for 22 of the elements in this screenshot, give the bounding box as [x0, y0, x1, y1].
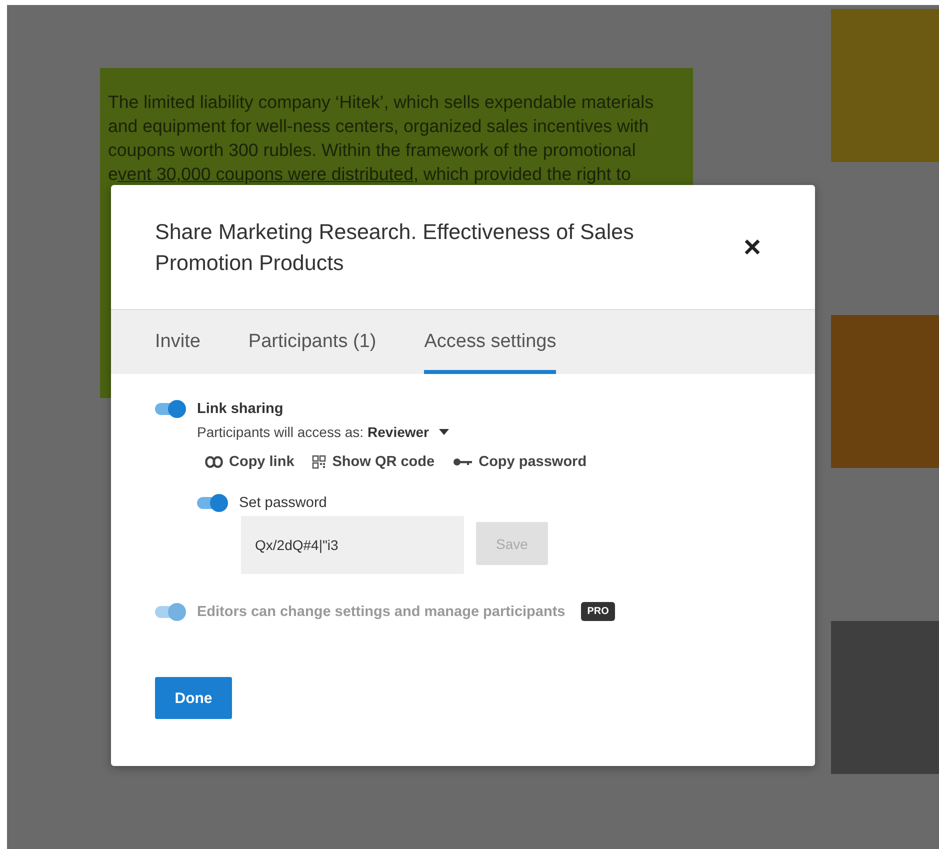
toggle-label: Editors can change settings and manage participants: [197, 604, 566, 620]
tab[interactable]: Participants (1): [248, 310, 376, 374]
toggle-label: Set password: [239, 495, 327, 511]
tab[interactable]: Invite: [155, 310, 200, 374]
note-text: The limited liability company ‘Hitek’, which sells expendable materials and equipment for well-ness centers, organized sales incentives with coupons worth 300 rubles. Within the framework of the promotional event 30,000 coupons were distributed, which provided the right to: [107, 91, 655, 186]
dialog-title: Share Marketing Research. Effectiveness of Sales Promotion Products: [155, 219, 635, 277]
toggle-label: Link sharing: [197, 401, 284, 417]
action-link[interactable]: Show QR code: [332, 454, 435, 470]
role-dropdown[interactable]: Reviewer: [368, 424, 429, 440]
link-icon[interactable]: [205, 456, 223, 468]
tab[interactable]: Access settings: [424, 310, 556, 374]
action-link[interactable]: Copy link: [229, 454, 294, 470]
done-button[interactable]: Done: [155, 677, 232, 719]
toggle-switch[interactable]: [155, 400, 187, 418]
key-icon[interactable]: [452, 457, 473, 467]
qr-code-icon[interactable]: [312, 455, 326, 469]
action-link[interactable]: Copy password: [478, 454, 587, 470]
toggle-switch[interactable]: [197, 494, 229, 512]
access-text: Participants will access as:: [197, 424, 364, 440]
caret-icon[interactable]: [439, 429, 449, 435]
password-field[interactable]: Qx/2dQ#4|"i3: [241, 516, 464, 574]
pro-badge: PRO: [581, 602, 615, 621]
